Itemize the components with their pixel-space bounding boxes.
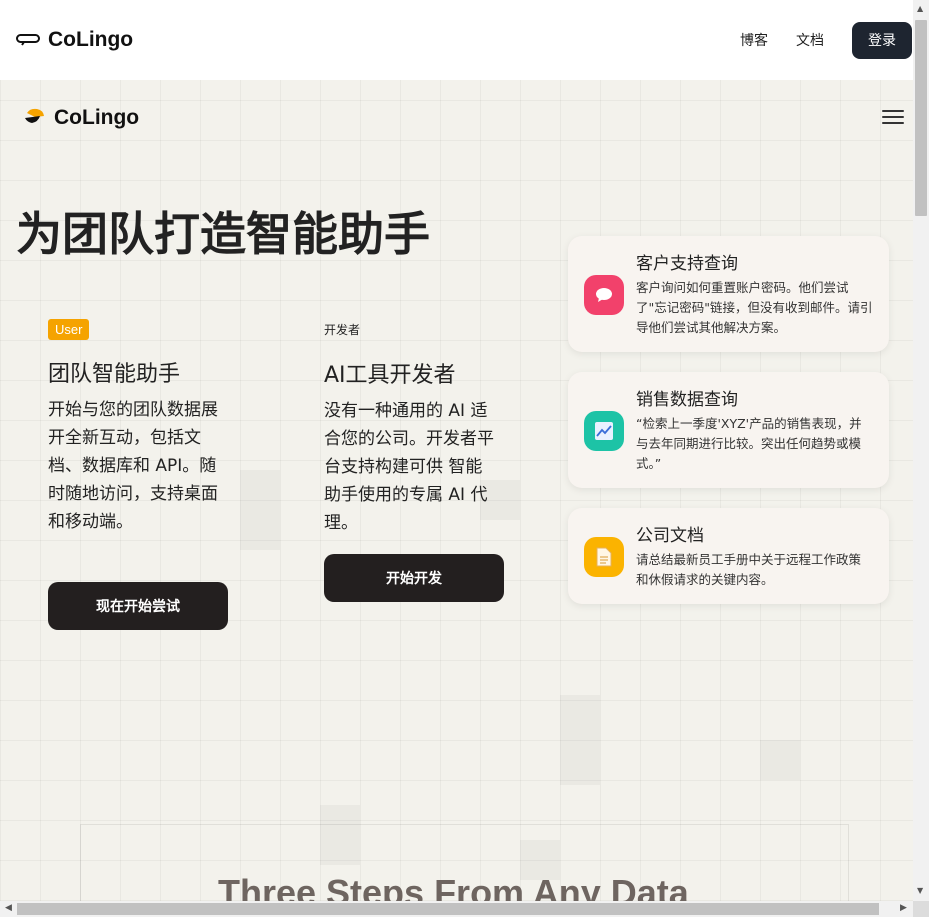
top-brand[interactable]: CoLingo (16, 28, 133, 52)
nav-link-docs[interactable]: 文档 (796, 30, 824, 50)
top-nav-links: 博客 文档 登录 (740, 21, 913, 59)
hero-brand[interactable]: CoLingo (24, 106, 139, 130)
card-text: “检索上一季度'XYZ'产品的销售表现，并与去年同期进行比较。突出任何趋势或模式… (636, 416, 862, 471)
document-icon (584, 537, 624, 577)
scrollbar-corner (913, 901, 929, 917)
hero-brand-name: CoLingo (54, 106, 140, 129)
colingo-logo-icon (24, 107, 46, 129)
nav-link-blog[interactable]: 博客 (740, 30, 768, 50)
user-column-title: 团队智能助手 (48, 362, 181, 387)
top-navbar: CoLingo 博客 文档 登录 (0, 0, 913, 80)
steps-section-title: Three Steps From Any Data (218, 872, 689, 901)
hamburger-menu-icon[interactable] (882, 110, 904, 128)
grid-shade (560, 695, 600, 785)
developer-column: 开发者 AI工具开发者 没有一种通用的 AI 适合您的公司。开发者平台支持构建可… (324, 319, 524, 537)
developer-column-description: 没有一种通用的 AI 适合您的公司。开发者平台支持构建可供 智能助手使用的专属 … (324, 401, 494, 533)
scroll-right-arrow-icon[interactable]: ▶ (900, 903, 907, 913)
hero-section: CoLingo 为团队打造智能助手 User 团队智能助手 开始与您的团队数据展… (0, 80, 913, 901)
logo-icon (16, 31, 40, 50)
start-developing-button[interactable]: 开始开发 (324, 554, 504, 602)
chart-icon (584, 411, 624, 451)
hero-title: 为团队打造智能助手 (16, 207, 430, 261)
vertical-scrollbar[interactable]: ▲ ▼ (913, 0, 929, 901)
try-now-button[interactable]: 现在开始尝试 (48, 582, 228, 630)
card-title: 客户支持查询 (636, 254, 738, 274)
vertical-scroll-thumb[interactable] (915, 20, 927, 216)
card-company-docs[interactable]: 公司文档 请总结最新员工手册中关于远程工作政策和休假请求的关键内容。 (568, 508, 889, 604)
user-column: User 团队智能助手 开始与您的团队数据展开全新互动，包括文档、数据库和 AP… (48, 319, 248, 536)
horizontal-scrollbar[interactable]: ◀ ▶ (0, 901, 913, 917)
developer-label: 开发者 (324, 323, 361, 337)
login-button[interactable]: 登录 (852, 21, 912, 59)
card-title: 公司文档 (636, 526, 704, 546)
chat-bubble-icon (584, 275, 624, 315)
user-column-description: 开始与您的团队数据展开全新互动，包括文档、数据库和 API。随时随地访问，支持桌… (48, 400, 218, 532)
scroll-up-arrow-icon[interactable]: ▲ (917, 4, 923, 13)
card-text: 请总结最新员工手册中关于远程工作政策和休假请求的关键内容。 (636, 552, 862, 587)
horizontal-scroll-thumb[interactable] (17, 903, 879, 915)
card-title: 销售数据查询 (636, 390, 738, 410)
scroll-down-arrow-icon[interactable]: ▼ (917, 886, 923, 895)
brand-name: CoLingo (48, 28, 134, 51)
user-badge: User (48, 319, 90, 340)
card-customer-support[interactable]: 客户支持查询 客户询问如何重置账户密码。他们尝试了"忘记密码"链接，但没有收到邮… (568, 236, 889, 352)
grid-shade (760, 740, 800, 780)
card-sales-data[interactable]: 销售数据查询 “检索上一季度'XYZ'产品的销售表现，并与去年同期进行比较。突出… (568, 372, 889, 488)
scroll-left-arrow-icon[interactable]: ◀ (5, 903, 12, 913)
developer-column-title: AI工具开发者 (324, 363, 456, 388)
card-text: 客户询问如何重置账户密码。他们尝试了"忘记密码"链接，但没有收到邮件。请引导他们… (636, 280, 873, 335)
